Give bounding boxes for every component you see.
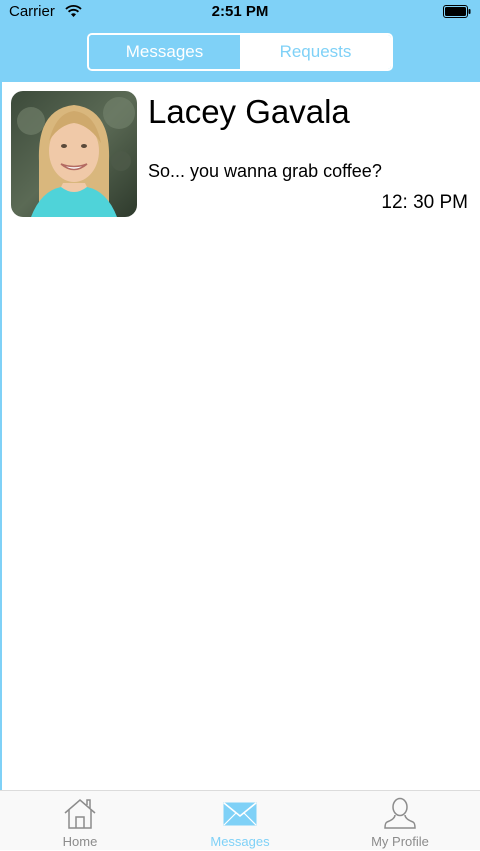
home-icon — [64, 799, 96, 829]
tab-messages-label: Messages — [210, 834, 270, 849]
navigation-header: Carrier 2:51 PM Messages Requests — [0, 0, 480, 82]
tab-home[interactable]: Home — [0, 791, 160, 851]
contact-name: Lacey Gavala — [148, 93, 350, 130]
status-time: 2:51 PM — [211, 3, 269, 20]
person-icon — [384, 797, 416, 829]
segment-requests[interactable]: Requests — [240, 35, 391, 69]
segment-messages[interactable]: Messages — [89, 35, 240, 69]
message-preview: So... you wanna grab coffee? — [148, 161, 382, 181]
tab-my-profile[interactable]: My Profile — [320, 791, 480, 851]
messages-requests-segmented-control: Messages Requests — [87, 33, 393, 71]
message-timestamp: 12: 30 PM — [381, 192, 468, 213]
avatar — [11, 91, 137, 217]
tab-messages[interactable]: Messages — [160, 791, 320, 851]
left-edge-divider — [0, 82, 2, 792]
battery-icon — [443, 5, 471, 18]
tab-my-profile-label: My Profile — [371, 834, 429, 849]
contact-photo — [11, 91, 137, 217]
tab-home-label: Home — [62, 834, 98, 849]
status-bar: Carrier 2:51 PM — [0, 0, 480, 24]
conversation-list: Lacey Gavala So... you wanna grab coffee… — [0, 82, 480, 790]
conversation-row[interactable]: Lacey Gavala So... you wanna grab coffee… — [0, 82, 480, 222]
envelope-icon — [223, 802, 257, 826]
tab-bar: Home Messages My Profile — [0, 790, 480, 850]
